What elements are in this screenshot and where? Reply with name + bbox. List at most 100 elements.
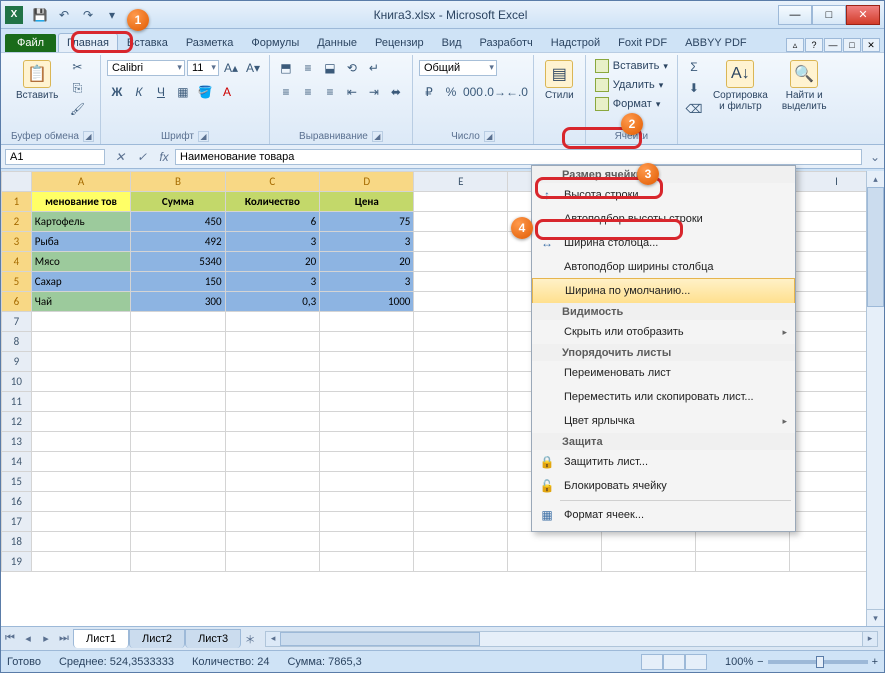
cell-B5[interactable]: 150 [131,272,225,292]
row-header-6[interactable]: 6 [2,292,32,312]
number-format-dropdown[interactable]: Общий [419,60,497,76]
align-middle-icon[interactable]: ≡ [298,58,318,78]
align-top-icon[interactable]: ⬒ [276,58,296,78]
normal-view-icon[interactable] [641,654,663,670]
row-header-15[interactable]: 15 [2,472,32,492]
vertical-scrollbar[interactable] [866,171,884,626]
fx-icon[interactable]: fx [153,148,175,166]
zoom-in-icon[interactable]: + [872,656,878,668]
clear-icon[interactable]: ⌫ [684,99,704,119]
align-center-icon[interactable]: ≡ [298,82,318,102]
menu-tab-color[interactable]: Цвет ярлычка▸ [532,409,795,433]
cell-A2[interactable]: Картофель [31,212,131,232]
wrap-text-icon[interactable]: ↵ [364,58,384,78]
enter-formula-icon[interactable]: ✓ [131,148,153,166]
cell-C5[interactable]: 3 [225,272,320,292]
cell-D2[interactable]: 75 [320,212,414,232]
row-header-2[interactable]: 2 [2,212,32,232]
col-header-A[interactable]: A [31,172,131,192]
menu-format-cells[interactable]: ▦Формат ячеек... [532,503,795,527]
page-break-view-icon[interactable] [685,654,707,670]
cell-C4[interactable]: 20 [225,252,320,272]
orientation-icon[interactable]: ⟲ [342,58,362,78]
sheet-nav-first-icon[interactable]: ⏮ [1,630,19,648]
cell-B6[interactable]: 300 [131,292,225,312]
tab-home[interactable]: Главная [58,33,118,52]
tab-layout[interactable]: Разметка [177,33,243,52]
tab-data[interactable]: Данные [308,33,366,52]
align-right-icon[interactable]: ≡ [320,82,340,102]
menu-protect-sheet[interactable]: 🔒Защитить лист... [532,450,795,474]
cell-D1[interactable]: Цена [320,192,414,212]
col-header-E[interactable]: E [414,172,508,192]
align-bottom-icon[interactable]: ⬓ [320,58,340,78]
cell-C2[interactable]: 6 [225,212,320,232]
cell-A4[interactable]: Мясо [31,252,131,272]
col-header-B[interactable]: B [131,172,225,192]
row-header-1[interactable]: 1 [2,192,32,212]
row-header-19[interactable]: 19 [2,552,32,572]
cell-C6[interactable]: 0,3 [225,292,320,312]
cell-B2[interactable]: 450 [131,212,225,232]
row-header-10[interactable]: 10 [2,372,32,392]
row-header-12[interactable]: 12 [2,412,32,432]
cell-D3[interactable]: 3 [320,232,414,252]
indent-inc-icon[interactable]: ⇥ [364,82,384,102]
cell-B4[interactable]: 5340 [131,252,225,272]
paste-button[interactable]: 📋 Вставить [11,57,63,119]
doc-min-icon[interactable]: — [824,38,842,52]
row-header-17[interactable]: 17 [2,512,32,532]
row-header-9[interactable]: 9 [2,352,32,372]
tab-foxit[interactable]: Foxit PDF [609,33,676,52]
italic-icon[interactable]: К [129,82,149,102]
qat-customize-icon[interactable]: ▾ [101,4,123,26]
sheet-nav-next-icon[interactable]: ▸ [37,630,55,648]
currency-icon[interactable]: ₽ [419,82,439,102]
new-sheet-icon[interactable]: ＊ [241,630,259,648]
cancel-formula-icon[interactable]: ✕ [109,148,131,166]
indent-dec-icon[interactable]: ⇤ [342,82,362,102]
row-header-16[interactable]: 16 [2,492,32,512]
grow-font-icon[interactable]: A▴ [221,58,241,78]
comma-icon[interactable]: 000 [463,82,483,102]
cell-B1[interactable]: Сумма [131,192,225,212]
align-launcher-icon[interactable]: ◢ [372,131,383,142]
cell-B3[interactable]: 492 [131,232,225,252]
find-select-button[interactable]: 🔍 Найти и выделить [777,57,832,119]
autosum-icon[interactable]: Σ [684,57,704,77]
cell-A1[interactable]: менование тов [31,192,131,212]
insert-cells-button[interactable]: Вставить▾ [592,57,671,75]
cell-C1[interactable]: Количество [225,192,320,212]
menu-autofit-column[interactable]: Автоподбор ширины столбца [532,255,795,279]
tab-view[interactable]: Вид [433,33,471,52]
percent-icon[interactable]: % [441,82,461,102]
menu-column-width[interactable]: ↔Ширина столбца... [532,231,795,255]
underline-icon[interactable]: Ч [151,82,171,102]
doc-restore-icon[interactable]: □ [843,38,861,52]
cell-C3[interactable]: 3 [225,232,320,252]
sheet-nav-prev-icon[interactable]: ◂ [19,630,37,648]
fill-icon[interactable]: ⬇ [684,78,704,98]
row-header-4[interactable]: 4 [2,252,32,272]
minimize-button[interactable]: — [778,5,812,25]
row-header-8[interactable]: 8 [2,332,32,352]
font-name-dropdown[interactable]: Calibri [107,60,185,76]
zoom-level[interactable]: 100% [725,656,753,668]
close-button[interactable]: ✕ [846,5,880,25]
expand-formula-icon[interactable]: ⌄ [866,150,884,164]
undo-icon[interactable]: ↶ [53,4,75,26]
shrink-font-icon[interactable]: A▾ [243,58,263,78]
cell-D6[interactable]: 1000 [320,292,414,312]
menu-row-height[interactable]: ↕Высота строки... [532,183,795,207]
maximize-button[interactable]: □ [812,5,846,25]
row-header-14[interactable]: 14 [2,452,32,472]
name-box[interactable] [5,149,105,165]
doc-close-icon[interactable]: ✕ [862,38,880,52]
fill-color-icon[interactable]: 🪣 [195,82,215,102]
row-header-3[interactable]: 3 [2,232,32,252]
cut-icon[interactable]: ✂ [67,57,87,77]
row-header-7[interactable]: 7 [2,312,32,332]
row-header-11[interactable]: 11 [2,392,32,412]
font-color-icon[interactable]: A [217,82,237,102]
ribbon-minimize-icon[interactable]: ▵ [786,38,804,52]
